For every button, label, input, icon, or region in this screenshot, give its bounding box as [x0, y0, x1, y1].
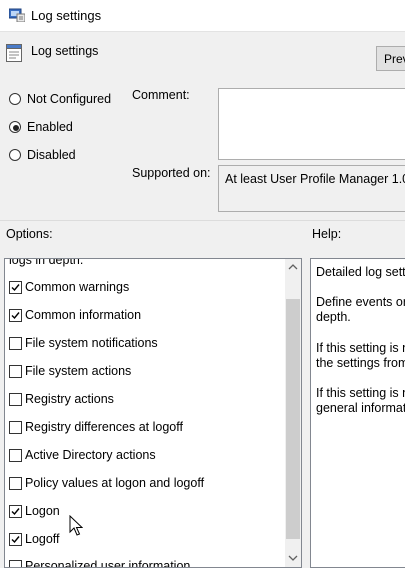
divider: [0, 220, 405, 221]
options-label: Options:: [6, 227, 53, 241]
previous-setting-button[interactable]: Prev: [376, 46, 405, 71]
checkbox[interactable]: [9, 533, 22, 546]
supported-on-value: At least User Profile Manager 1.0.0: [225, 172, 405, 186]
radio-label: Not Configured: [27, 92, 112, 106]
checkbox[interactable]: [9, 449, 22, 462]
option-label: Registry actions: [25, 392, 114, 406]
radio-circle: [9, 93, 21, 105]
help-text-line: general information are logged.: [316, 401, 405, 415]
checkbox[interactable]: [9, 365, 22, 378]
title-bar: Log settings: [0, 0, 405, 32]
options-cut-text: logs in depth.: [9, 258, 84, 267]
help-text-line: the settings from the .ini file are used…: [316, 356, 405, 370]
option-label: Common warnings: [25, 280, 130, 294]
options-panel[interactable]: logs in depth. Common warnings Common in…: [4, 258, 302, 568]
option-label: Registry differences at logoff: [25, 420, 183, 434]
option-label: Common information: [25, 308, 142, 322]
supported-on-field: At least User Profile Manager 1.0.0: [218, 165, 405, 212]
comment-label: Comment:: [132, 88, 190, 102]
option-label: File system notifications: [25, 336, 158, 350]
checkbox[interactable]: [9, 281, 22, 294]
radio-label: Enabled: [27, 120, 73, 134]
policy-window-icon: [8, 8, 26, 23]
checkbox[interactable]: [9, 505, 22, 518]
scroll-up-icon[interactable]: [285, 259, 301, 276]
checkbox[interactable]: [9, 393, 22, 406]
help-text-line: If this setting is not configured here,: [316, 341, 405, 355]
radio-circle: [9, 149, 21, 161]
mouse-pointer-icon: [69, 514, 84, 537]
option-label: Logoff: [25, 532, 60, 546]
supported-on-label: Supported on:: [132, 166, 211, 180]
comment-input[interactable]: [218, 88, 405, 160]
radio-circle: [9, 121, 21, 133]
checkbox[interactable]: [9, 309, 22, 322]
radio-label: Disabled: [27, 148, 76, 162]
setting-title: Log settings: [31, 44, 99, 58]
help-text-line: Detailed log settings.: [316, 265, 405, 279]
option-label: Policy values at logon and logoff: [25, 476, 205, 490]
options-scrollbar[interactable]: [285, 259, 301, 567]
help-text-line: Define events or actions to log in: [316, 295, 405, 309]
option-label: File system actions: [25, 364, 132, 378]
option-label: Logon: [25, 504, 60, 518]
help-text-line: If this setting is not configured, error…: [316, 386, 405, 400]
help-label: Help:: [312, 227, 342, 241]
radio-selected-dot: [13, 125, 19, 131]
scroll-down-icon[interactable]: [285, 549, 301, 566]
window-title: Log settings: [31, 8, 102, 23]
checkbox[interactable]: [9, 337, 22, 350]
help-panel: Detailed log settings. Define events or …: [310, 258, 405, 568]
option-label: Active Directory actions: [25, 448, 156, 462]
checkbox[interactable]: [9, 421, 22, 434]
policy-setting-icon: [6, 44, 22, 62]
help-text-line: depth.: [316, 310, 351, 324]
checkbox[interactable]: [9, 477, 22, 490]
scrollbar-thumb[interactable]: [286, 299, 300, 539]
checkbox[interactable]: [9, 560, 22, 567]
previous-setting-label: Prev: [384, 52, 405, 66]
